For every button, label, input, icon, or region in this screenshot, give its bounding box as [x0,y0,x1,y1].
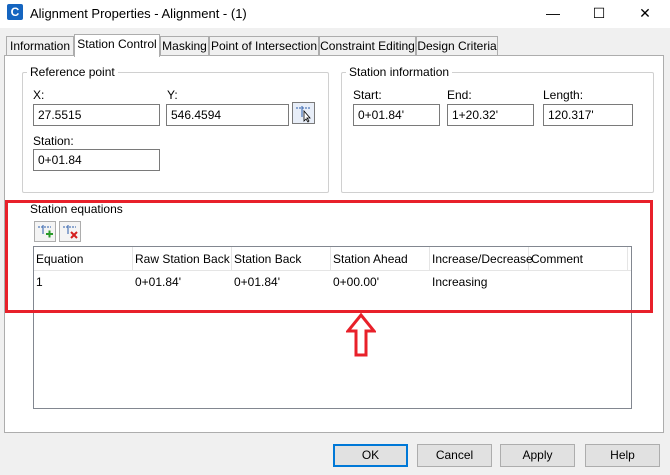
tab-station-control[interactable]: Station Control [74,34,160,57]
help-button[interactable]: Help [585,444,660,467]
y-label: Y: [167,88,178,102]
length-label: Length: [543,88,584,102]
pick-point-button[interactable] [292,102,315,124]
pick-point-icon [296,106,311,123]
end-label: End: [447,88,472,102]
length-field[interactable]: 120.317' [543,104,633,126]
tab-constraint-editing[interactable]: Constraint Editing [319,36,416,56]
apply-button[interactable]: Apply [500,444,575,467]
minimize-button[interactable]: — [530,0,576,28]
x-field[interactable]: 27.5515 [33,104,160,126]
start-field[interactable]: 0+01.84' [353,104,440,126]
highlight-rectangle [5,200,653,313]
station-information-title: Station information [346,65,453,79]
y-field[interactable]: 546.4594 [166,104,289,126]
tab-design-criteria[interactable]: Design Criteria [416,36,498,56]
tab-point-of-intersection[interactable]: Point of Intersection [209,36,319,56]
cancel-button[interactable]: Cancel [417,444,492,467]
tab-information[interactable]: Information [6,36,74,56]
close-button[interactable]: ✕ [622,0,668,28]
maximize-button[interactable]: ☐ [576,0,622,28]
ok-button[interactable]: OK [333,444,408,467]
window-title: Alignment Properties - Alignment - (1) [30,6,247,21]
x-label: X: [33,88,45,102]
start-label: Start: [353,88,382,102]
station-field[interactable]: 0+01.84 [33,149,160,171]
up-arrow-annotation [346,313,376,357]
station-information-group [341,72,654,193]
tab-masking[interactable]: Masking [160,36,209,56]
station-label: Station: [33,134,74,148]
civil3d-app-icon: C [7,4,23,20]
end-field[interactable]: 1+20.32' [447,104,534,126]
reference-point-title: Reference point [27,65,118,79]
